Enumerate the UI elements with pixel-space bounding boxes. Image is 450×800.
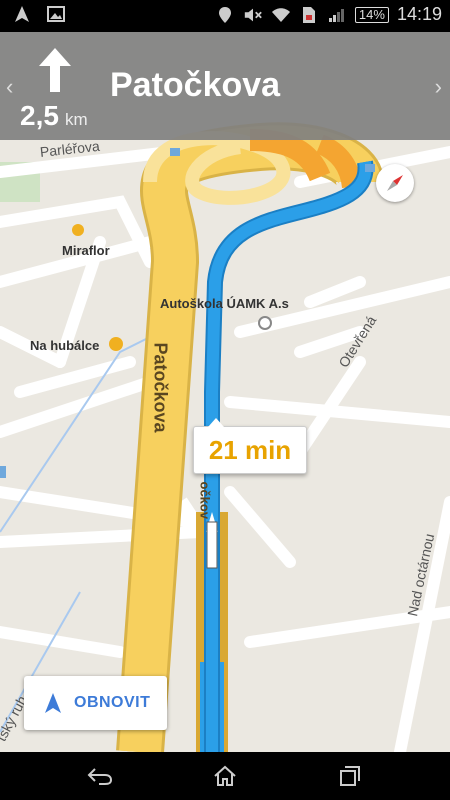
compass-icon	[387, 175, 403, 191]
distance-unit: km	[64, 110, 88, 129]
compass-button[interactable]	[376, 164, 414, 202]
chevron-left-icon[interactable]: ‹	[6, 74, 13, 100]
system-navigation-bar	[0, 752, 450, 800]
eta-badge: 21 min	[193, 418, 307, 474]
sim-icon	[299, 5, 319, 25]
navigation-arrow-icon	[44, 692, 62, 714]
distance-to-turn: 2,5 km	[20, 100, 88, 132]
recenter-button[interactable]: OBNOVIT	[24, 676, 167, 730]
place-label-miraflor: Miraflor	[62, 243, 110, 258]
navigation-header[interactable]: ‹ 2,5 km Patočkova ›	[0, 32, 450, 140]
map-view[interactable]: Miraflor Na hubálce Autoškola ÚAMK A.s P…	[0, 32, 450, 752]
place-label-autoskola: Autoškola ÚAMK A.s	[160, 296, 289, 311]
clock: 14:19	[396, 4, 442, 24]
recenter-label: OBNOVIT	[74, 694, 151, 711]
street-label-patockova: Patočkova	[150, 342, 171, 433]
place-label-na-hubalce: Na hubálce	[30, 338, 100, 353]
signal-icon	[327, 5, 347, 25]
next-street-name: Patočkova	[110, 66, 281, 104]
wifi-icon	[271, 5, 291, 25]
distance-value: 2,5	[20, 100, 59, 131]
battery-indicator: 14%	[354, 6, 389, 23]
arrow-up-icon	[38, 46, 72, 99]
recents-icon[interactable]	[330, 762, 370, 790]
status-bar: 14% 14:19	[0, 0, 450, 32]
home-icon[interactable]	[205, 762, 245, 790]
back-icon[interactable]	[80, 762, 120, 790]
image-icon	[46, 4, 66, 24]
location-icon	[215, 5, 235, 25]
chevron-right-icon[interactable]: ›	[435, 74, 442, 100]
navigation-icon	[12, 4, 32, 24]
street-label-patockova-2: očkov	[197, 481, 213, 520]
mute-icon	[243, 5, 263, 25]
